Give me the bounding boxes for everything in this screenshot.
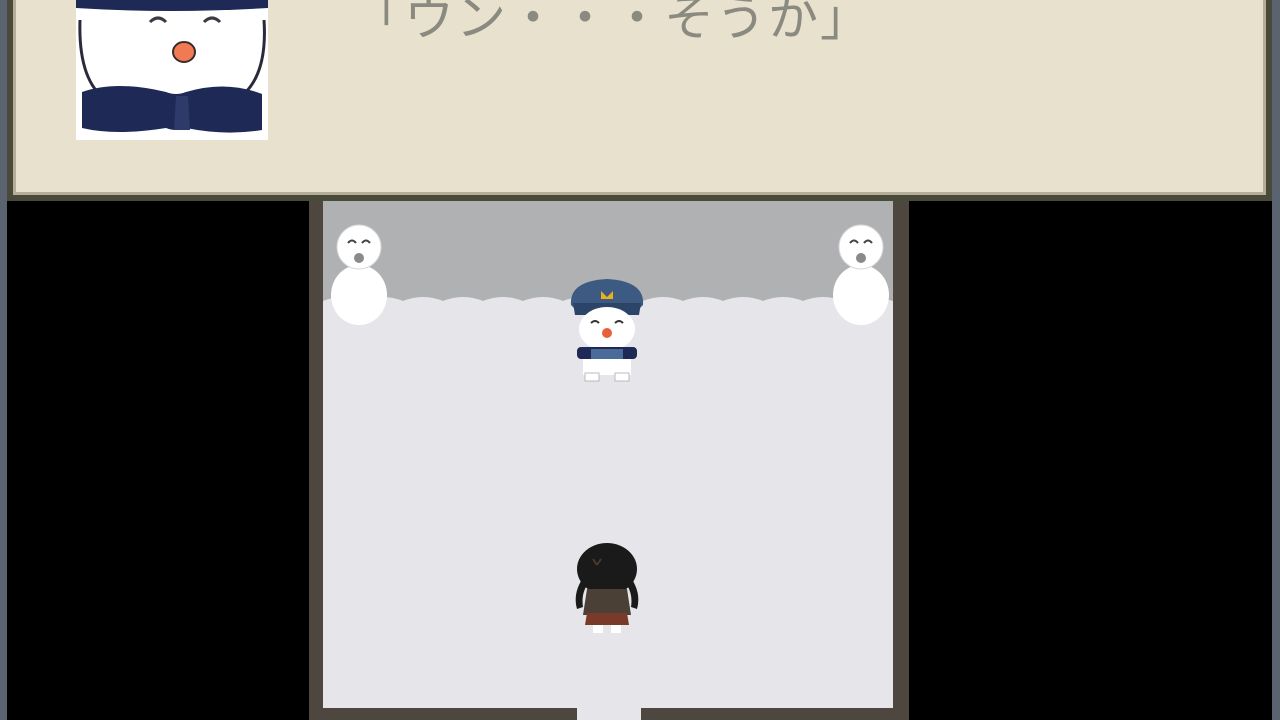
speaker-portrait bbox=[76, 0, 268, 140]
game-screen[interactable]: 「ウン・・・そうか」 bbox=[0, 0, 1280, 720]
player-girl-icon[interactable] bbox=[573, 541, 643, 637]
map-room bbox=[309, 201, 909, 720]
dialogue-box[interactable]: 「ウン・・・そうか」 bbox=[7, 0, 1272, 201]
room-exit[interactable] bbox=[577, 706, 641, 720]
snowman-right-icon bbox=[833, 224, 889, 325]
dialogue-panel: 「ウン・・・そうか」 bbox=[13, 0, 1266, 195]
snow-floor[interactable] bbox=[323, 201, 893, 708]
snowman-left-icon bbox=[331, 224, 387, 325]
window-frame-right bbox=[1272, 0, 1280, 720]
snowman-officer-portrait-icon bbox=[76, 0, 268, 140]
snowman-officer-npc-icon[interactable] bbox=[565, 277, 649, 385]
window-frame-left bbox=[0, 0, 7, 720]
dialogue-text: 「ウン・・・そうか」 bbox=[352, 0, 872, 47]
